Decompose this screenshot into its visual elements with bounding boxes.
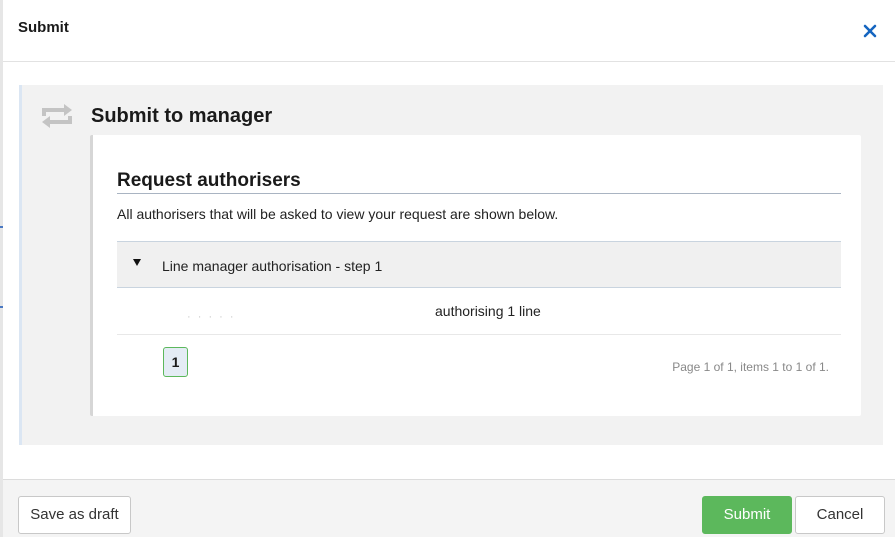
title-divider bbox=[117, 193, 841, 194]
page-button-1[interactable]: 1 bbox=[163, 347, 188, 377]
pagination-summary: Page 1 of 1, items 1 to 1 of 1. bbox=[672, 360, 829, 374]
group-label: Line manager authorisation - step 1 bbox=[162, 258, 383, 274]
cancel-button[interactable]: Cancel bbox=[795, 496, 885, 534]
authorisation-group-row[interactable]: Line manager authorisation - step 1 bbox=[117, 241, 841, 288]
submit-section: Submit to manager Request authorisers Al… bbox=[19, 85, 883, 445]
authorisers-card: Request authorisers All authorisers that… bbox=[90, 135, 861, 416]
dialog-footer: Save as draft Submit Cancel bbox=[3, 479, 895, 537]
submit-button[interactable]: Submit bbox=[702, 496, 792, 534]
dialog-title: Submit bbox=[18, 19, 69, 36]
background-page-mark bbox=[0, 306, 3, 308]
dialog-header: Submit bbox=[3, 0, 895, 62]
card-title: Request authorisers bbox=[117, 170, 301, 191]
card-description: All authorisers that will be asked to vi… bbox=[117, 206, 559, 222]
table-row: · · · · · authorising 1 line bbox=[117, 288, 841, 335]
authoriser-name: · · · · · bbox=[187, 311, 236, 323]
repeat-icon bbox=[38, 103, 76, 129]
close-button[interactable] bbox=[859, 19, 881, 41]
background-page-mark bbox=[0, 226, 3, 228]
section-heading: Submit to manager bbox=[91, 105, 273, 127]
authoriser-scope: authorising 1 line bbox=[435, 303, 541, 319]
save-as-draft-button[interactable]: Save as draft bbox=[18, 496, 131, 534]
background-page-edge bbox=[0, 0, 3, 537]
close-icon bbox=[863, 24, 877, 38]
caret-down-icon[interactable] bbox=[133, 259, 141, 266]
